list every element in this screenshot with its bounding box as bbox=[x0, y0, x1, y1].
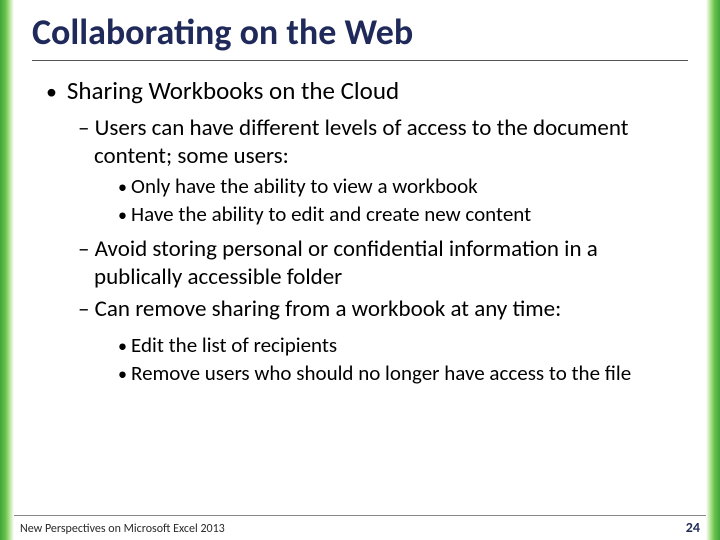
bullet-level2: Avoid storing personal or confidential i… bbox=[78, 235, 688, 291]
bullet-level3: Only have the ability to view a workbook bbox=[118, 174, 688, 200]
right-accent-bar bbox=[706, 0, 720, 540]
bullet-level3: Remove users who should no longer have a… bbox=[118, 361, 688, 387]
bullet-level3: Have the ability to edit and create new … bbox=[118, 202, 688, 228]
slide-footer: New Perspectives on Microsoft Excel 2013… bbox=[14, 515, 706, 536]
slide-title: Collaborating on the Web bbox=[32, 10, 688, 61]
slide: Collaborating on the Web Sharing Workboo… bbox=[0, 0, 720, 540]
left-accent-bar bbox=[0, 0, 14, 540]
slide-content: Collaborating on the Web Sharing Workboo… bbox=[14, 0, 706, 540]
bullet-level2: Users can have different levels of acces… bbox=[78, 114, 688, 170]
bullet-level2: Can remove sharing from a workbook at an… bbox=[78, 295, 688, 323]
footer-text: New Perspectives on Microsoft Excel 2013 bbox=[20, 522, 225, 536]
bullet-level1: Sharing Workbooks on the Cloud bbox=[46, 75, 688, 106]
page-number: 24 bbox=[686, 519, 700, 536]
bullet-level3: Edit the list of recipients bbox=[118, 333, 688, 359]
